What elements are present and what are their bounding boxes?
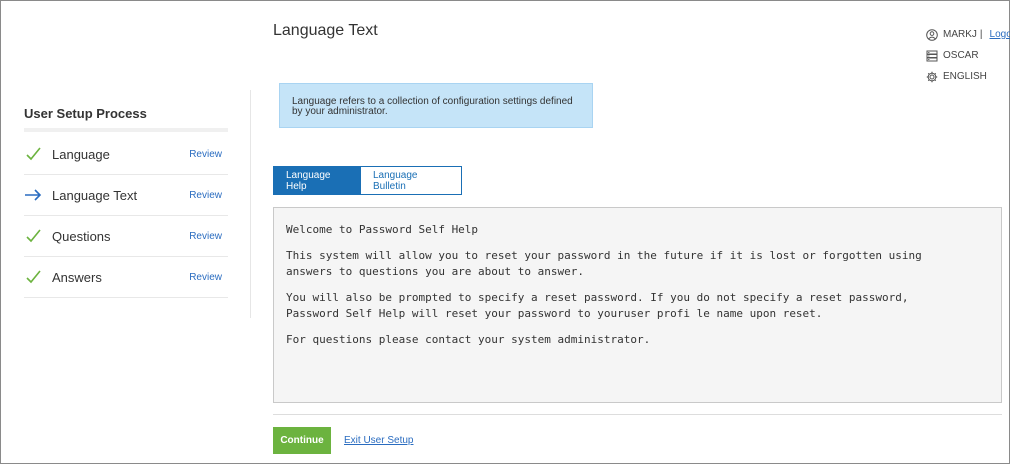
user-info-panel: MARKJ | Logout OSCAR ENGLISH [926, 24, 1010, 87]
step-label: Language Text [52, 187, 138, 203]
username: MARKJ [943, 29, 977, 40]
help-paragraph: Welcome to Password Self Help [286, 223, 479, 236]
step-label: Questions [52, 228, 111, 244]
check-icon [24, 226, 48, 246]
exit-user-setup-link[interactable]: Exit User Setup [344, 435, 413, 446]
review-link-answers[interactable]: Review [189, 272, 222, 283]
step-language-text: Language Text Review [24, 175, 228, 216]
review-link-language-text[interactable]: Review [189, 190, 222, 201]
page-title: Language Text [273, 22, 378, 39]
tab-language-bulletin[interactable]: Language Bulletin [361, 166, 462, 195]
info-line-2: by your administrator. [292, 106, 388, 117]
sidebar-divider [24, 128, 228, 132]
language-name: ENGLISH [943, 71, 987, 82]
check-icon [24, 144, 48, 164]
user-icon [926, 28, 938, 41]
sidebar-title: User Setup Process [24, 106, 147, 121]
continue-button[interactable]: Continue [273, 427, 331, 454]
check-icon [24, 267, 48, 287]
tab-language-help[interactable]: Language Help [273, 166, 361, 195]
step-label: Answers [52, 269, 102, 285]
sidebar: User Setup Process Language Review Langu… [24, 98, 228, 298]
footer-divider [273, 414, 1002, 415]
review-link-questions[interactable]: Review [189, 231, 222, 242]
step-language: Language Review [24, 134, 228, 175]
server-row: OSCAR [926, 45, 1010, 66]
arrow-right-icon [24, 185, 48, 205]
language-row: ENGLISH [926, 66, 1010, 87]
review-link-language[interactable]: Review [189, 149, 222, 160]
server-icon [926, 50, 938, 61]
help-paragraph: You will also be prompted to specify a r… [286, 291, 909, 320]
gear-icon [926, 71, 938, 82]
help-paragraph: For questions please contact your system… [286, 333, 651, 346]
step-label: Language [52, 146, 110, 162]
step-answers: Answers Review [24, 257, 228, 298]
server-name: OSCAR [943, 50, 979, 61]
help-paragraph: This system will allow you to reset your… [286, 249, 922, 278]
logout-link[interactable]: Logout [990, 29, 1010, 40]
user-separator: | [979, 29, 983, 40]
user-row: MARKJ | Logout [926, 24, 1010, 45]
info-message: Language refers to a collection of confi… [279, 83, 593, 128]
content-tabs: Language Help Language Bulletin [273, 166, 462, 195]
step-questions: Questions Review [24, 216, 228, 257]
sidebar-vertical-divider [250, 90, 251, 318]
help-text-panel: Welcome to Password Self Help This syste… [273, 207, 1002, 403]
